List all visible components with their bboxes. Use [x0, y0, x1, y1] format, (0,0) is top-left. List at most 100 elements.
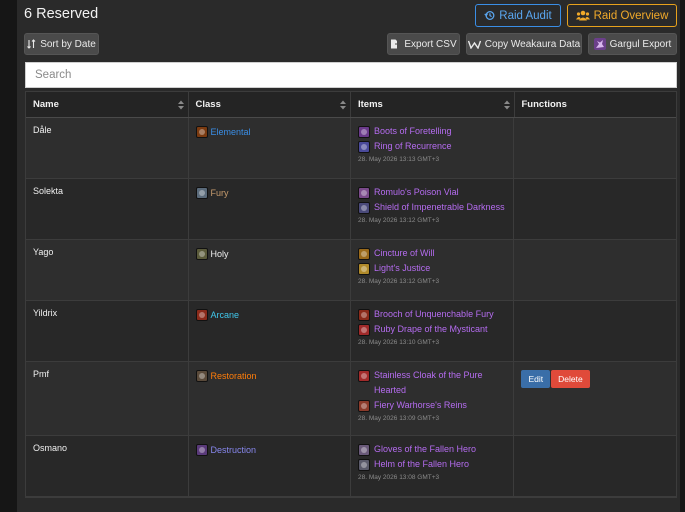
item-link[interactable]: Romulo's Poison Vial	[358, 185, 509, 200]
reserve-timestamp: 28. May 2026 13:12 GMT+3	[358, 278, 440, 285]
item-label: Helm of the Fallen Hero	[374, 459, 470, 469]
sort-arrows-icon	[503, 100, 510, 110]
gloves-icon	[358, 444, 370, 456]
class-cell: Destruction	[189, 436, 351, 496]
functions-cell	[514, 301, 676, 361]
functions-cell	[514, 240, 676, 300]
class-label: Fury	[210, 188, 229, 198]
class-wrap: Fury	[195, 187, 344, 199]
reserve-timestamp: 28. May 2026 13:08 GMT+3	[358, 474, 440, 481]
class-wrap: Holy	[195, 248, 344, 260]
export-csv-button[interactable]: Export CSV	[387, 33, 460, 55]
item-link[interactable]: Shield of Impenetrable Darkness	[358, 200, 509, 215]
table-body: Dåle Elemental Boots of Foretelling Ring of…	[26, 118, 676, 497]
item-label: Romulo's Poison Vial	[374, 187, 459, 197]
player-name: Yildrix	[26, 301, 189, 361]
item-link[interactable]: Ruby Drape of the Mysticant	[358, 322, 509, 337]
reserve-timestamp: 28. May 2026 13:13 GMT+3	[358, 156, 440, 163]
player-name: Yago	[26, 240, 189, 300]
item-label: Cincture of Will	[374, 248, 435, 258]
functions-cell: Edit Delete	[514, 362, 676, 435]
class-wrap: Restoration	[195, 370, 344, 382]
restoration-icon	[195, 370, 208, 382]
brooch-icon	[358, 309, 370, 321]
player-name: Solekta	[26, 179, 189, 239]
left-sidebar-edge	[0, 0, 18, 512]
item-link[interactable]: Ring of Recurrence	[358, 139, 509, 154]
functions-cell	[514, 436, 676, 496]
table-row: Dåle Elemental Boots of Foretelling Ring of…	[26, 118, 676, 179]
item-link[interactable]: Light's Justice	[358, 261, 509, 276]
class-cell: Holy	[189, 240, 351, 300]
items-cell: Stainless Cloak of the Pure Hearted Fiery…	[351, 362, 515, 435]
player-name: Osmano	[26, 436, 189, 496]
raid-audit-label: Raid Audit	[499, 9, 552, 22]
edit-button[interactable]: Edit	[521, 370, 551, 388]
column-header-name[interactable]: Name	[26, 92, 189, 117]
gargul-icon	[593, 38, 606, 50]
item-link[interactable]: Gloves of the Fallen Hero	[358, 442, 509, 457]
class-cell: Fury	[189, 179, 351, 239]
item-link[interactable]: Boots of Foretelling	[358, 124, 509, 139]
class-label: Arcane	[210, 310, 240, 320]
gargul-export-button[interactable]: Gargul Export	[588, 33, 677, 55]
class-label: Elemental	[210, 127, 251, 137]
table-row: Yildrix Arcane Brooch of Unquenchable Fury…	[26, 301, 676, 362]
delete-button[interactable]: Delete	[551, 370, 590, 388]
raid-overview-button[interactable]: Raid Overview	[567, 4, 677, 27]
reserve-timestamp: 28. May 2026 13:09 GMT+3	[358, 415, 440, 422]
gargul-export-label: Gargul Export	[609, 38, 672, 50]
item-link[interactable]: Helm of the Fallen Hero	[358, 457, 509, 472]
item-label: Fiery Warhorse's Reins	[374, 400, 467, 410]
item-link[interactable]: Cincture of Will	[358, 246, 509, 261]
table-row: Solekta Fury Romulo's Poison Vial Shield of…	[26, 179, 676, 240]
sort-by-date-button[interactable]: Sort by Date	[24, 33, 99, 55]
reins-icon	[358, 400, 370, 412]
class-label: Holy	[210, 249, 229, 259]
weakaura-icon	[467, 40, 481, 49]
reserve-timestamp: 28. May 2026 13:10 GMT+3	[358, 339, 440, 346]
sword-icon	[195, 187, 208, 199]
holy-icon	[195, 248, 208, 260]
table-row: Pmf Restoration Stainless Cloak of the Pur…	[26, 362, 676, 436]
copy-weakaura-button[interactable]: Copy Weakaura Data	[466, 33, 582, 55]
class-label: Restoration	[210, 371, 257, 381]
column-header-class[interactable]: Class	[189, 92, 351, 117]
table-header: Name Class Items Functions	[26, 92, 676, 118]
items-cell: Gloves of the Fallen Hero Helm of the Fal…	[351, 436, 515, 496]
item-label: Ring of Recurrence	[374, 141, 452, 151]
copy-weakaura-label: Copy Weakaura Data	[484, 38, 581, 50]
items-cell: Cincture of Will Light's Justice 28. May 2…	[351, 240, 515, 300]
shield-icon	[358, 202, 370, 214]
vial-icon	[358, 187, 370, 199]
item-link[interactable]: Stainless Cloak of the Pure Hearted	[358, 368, 509, 398]
item-link[interactable]: Brooch of Unquenchable Fury	[358, 307, 509, 322]
cloak-icon	[358, 324, 370, 336]
reserves-table: Name Class Items Functions Dåle Elemental…	[25, 91, 677, 498]
class-wrap: Elemental	[195, 126, 344, 138]
item-label: Boots of Foretelling	[374, 126, 452, 136]
item-label: Light's Justice	[374, 263, 431, 273]
raid-audit-button[interactable]: Raid Audit	[475, 4, 561, 27]
cloak-icon	[358, 370, 370, 382]
search-input[interactable]: Search	[25, 62, 677, 88]
player-name: Dåle	[26, 118, 189, 178]
class-cell: Arcane	[189, 301, 351, 361]
history-icon	[484, 11, 495, 20]
mace-icon	[358, 263, 370, 275]
class-cell: Restoration	[189, 362, 351, 435]
player-name: Pmf	[26, 362, 189, 435]
raid-overview-label: Raid Overview	[593, 9, 669, 22]
item-label: Gloves of the Fallen Hero	[374, 444, 477, 454]
boots-icon	[358, 126, 370, 138]
column-header-items[interactable]: Items	[351, 92, 515, 117]
users-icon	[575, 10, 590, 21]
sort-arrows-icon	[340, 100, 346, 110]
item-link[interactable]: Fiery Warhorse's Reins	[358, 398, 509, 413]
arcane-icon	[195, 309, 208, 321]
class-wrap: Destruction	[195, 444, 344, 456]
table-row: Yago Holy Cincture of Will Light's Justice 2…	[26, 240, 676, 301]
item-label: Ruby Drape of the Mysticant	[374, 324, 488, 334]
class-label: Destruction	[210, 445, 257, 455]
functions-cell	[514, 179, 676, 239]
